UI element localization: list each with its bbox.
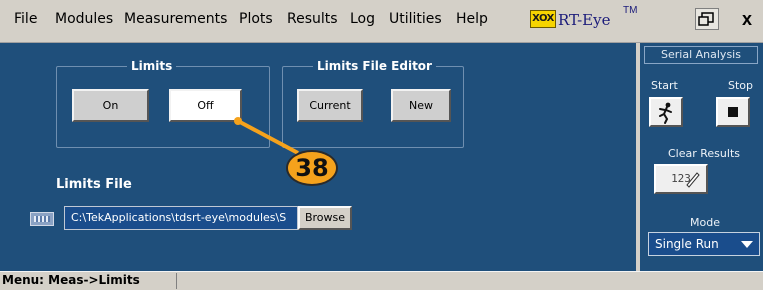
- close-button[interactable]: x: [735, 8, 759, 30]
- limits-off-button[interactable]: Off: [169, 89, 242, 122]
- window-restore-button[interactable]: [695, 8, 719, 30]
- menu-modules[interactable]: Modules: [55, 11, 113, 27]
- menu-utilities[interactable]: Utilities: [389, 11, 442, 27]
- editor-current-button[interactable]: Current: [297, 89, 363, 122]
- limits-file-label: Limits File: [56, 177, 132, 192]
- app-name: RT-Eye: [558, 11, 611, 29]
- mode-label: Mode: [690, 216, 720, 229]
- trademark: TM: [623, 5, 638, 16]
- stop-label: Stop: [728, 79, 754, 92]
- restore-icon: [698, 12, 714, 26]
- limits-on-button[interactable]: On: [72, 89, 149, 122]
- stop-button[interactable]: [716, 97, 750, 127]
- limits-file-path-field[interactable]: C:\TekApplications\tdsrt-eye\modules\S: [64, 206, 298, 230]
- chevron-down-icon: [741, 241, 753, 248]
- menu-plots[interactable]: Plots: [239, 11, 273, 27]
- limits-file-editor-group: Limits File Editor Current New: [282, 59, 464, 148]
- limits-file-editor-title: Limits File Editor: [313, 59, 436, 73]
- menu-bar: File Modules Measurements Plots Results …: [0, 0, 763, 43]
- eraser-icon: [686, 172, 700, 188]
- serial-analysis-title: Serial Analysis: [644, 46, 758, 64]
- limits-group-title: Limits: [127, 59, 177, 73]
- menu-help[interactable]: Help: [456, 11, 488, 27]
- menu-file[interactable]: File: [14, 11, 37, 27]
- serial-analysis-panel: Serial Analysis Start Stop Clear Results…: [640, 43, 763, 271]
- menu-log[interactable]: Log: [350, 11, 375, 27]
- menu-measurements[interactable]: Measurements: [124, 11, 227, 27]
- editor-new-button[interactable]: New: [391, 89, 451, 122]
- clear-results-button[interactable]: 123: [654, 164, 708, 194]
- status-bar: Menu: Meas->Limits: [0, 271, 763, 290]
- mode-value: Single Run: [655, 237, 719, 251]
- browse-button[interactable]: Browse: [298, 206, 352, 230]
- status-separator: [176, 273, 177, 289]
- start-button[interactable]: [649, 97, 683, 127]
- status-text: Menu: Meas->Limits: [2, 273, 140, 287]
- callout-badge: 38: [286, 150, 338, 186]
- keyboard-icon[interactable]: [30, 212, 54, 226]
- menu-results[interactable]: Results: [287, 11, 338, 27]
- mode-select[interactable]: Single Run: [648, 232, 760, 256]
- clear-results-label: Clear Results: [668, 147, 740, 160]
- tek-logo-icon: XOX: [530, 10, 556, 28]
- stop-icon: [728, 107, 738, 117]
- running-man-icon: [659, 102, 672, 124]
- app-brand: XOX RT-Eye TM: [530, 5, 637, 37]
- start-label: Start: [651, 79, 678, 92]
- limits-group: Limits On Off: [56, 59, 270, 148]
